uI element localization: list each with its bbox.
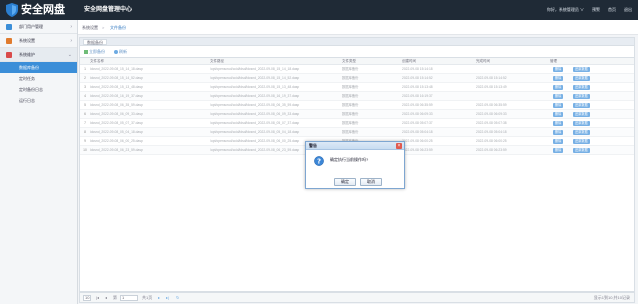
wrench-icon (6, 52, 12, 58)
users-icon (6, 24, 12, 30)
brand-name: 安全网盘 (21, 4, 65, 16)
shield-logo-icon (6, 3, 18, 17)
sidebar-item-label: 系统设置 (19, 38, 35, 43)
sidebar-item-maintenance[interactable]: 系统维护 ⌄ (0, 48, 77, 62)
breadcrumb-separator: > (102, 25, 105, 30)
top-header: 安全网盘 安全网盘管理中心 你好，系统管理员 ∨ 预警 首页 退出 (0, 0, 638, 20)
chevron-right-icon: › (70, 24, 72, 30)
breadcrumb-item[interactable]: 系统设置 (82, 25, 98, 30)
sidebar-subitem-db-backup[interactable]: 数据库备份 (0, 62, 77, 73)
gear-icon (6, 38, 12, 44)
chevron-right-icon: › (70, 38, 72, 44)
user-menu[interactable]: 你好，系统管理员 ∨ (547, 7, 584, 13)
question-icon: ? (314, 156, 324, 166)
sidebar-item-label: 系统维护 (19, 52, 35, 57)
breadcrumb: 系统设置 > 文件备份 (78, 20, 638, 35)
breadcrumb-item[interactable]: 文件备份 (110, 25, 126, 30)
sidebar: 部门用户管理 › 系统设置 › 系统维护 ⌄ 数据库备份 定时任务 定时备份日志… (0, 20, 78, 304)
cancel-button[interactable]: 取消 (360, 178, 382, 186)
header-actions: 你好，系统管理员 ∨ 预警 首页 退出 (547, 7, 632, 13)
sidebar-item-users[interactable]: 部门用户管理 › (0, 20, 77, 34)
svg-text:?: ? (317, 157, 321, 165)
dialog-title-bar: 警告 × (306, 142, 404, 150)
logout-link[interactable]: 退出 (624, 7, 632, 13)
chevron-down-icon: ⌄ (67, 52, 72, 58)
dialog-message: 确定执行当前操作吗? (330, 157, 369, 162)
dialog-title: 警告 (309, 143, 317, 148)
confirm-dialog: 警告 × ? 确定执行当前操作吗? 确定 取消 (305, 141, 405, 189)
sidebar-item-settings[interactable]: 系统设置 › (0, 34, 77, 48)
sidebar-item-label: 部门用户管理 (19, 24, 43, 29)
close-icon[interactable]: × (396, 143, 402, 149)
home-link[interactable]: 首页 (608, 7, 616, 13)
sidebar-subitem-run-log[interactable]: 运行日志 (0, 95, 77, 106)
sidebar-subitem-backup-log[interactable]: 定时备份日志 (0, 84, 77, 95)
confirm-button[interactable]: 确定 (334, 178, 356, 186)
sidebar-subitem-scheduled-task[interactable]: 定时任务 (0, 73, 77, 84)
alert-link[interactable]: 预警 (592, 7, 600, 13)
system-title: 安全网盘管理中心 (84, 7, 133, 13)
